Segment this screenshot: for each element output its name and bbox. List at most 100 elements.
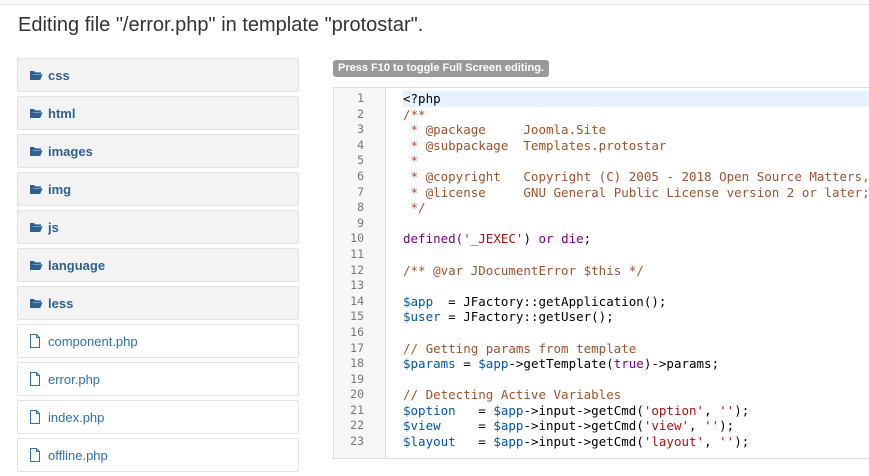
code-line[interactable]: 6 * @copyright Copyright (C) 2005 - 2018… [334, 169, 869, 185]
code-token: $params [403, 356, 456, 372]
code-line[interactable]: 3 * @package Joomla.Site [334, 122, 869, 138]
code-editor[interactable]: 1 <?php 2/** 3 * @package Joomla.Site 4 * @s… [333, 87, 869, 459]
code-line[interactable]: 1 <?php [334, 91, 869, 107]
fullscreen-hint-badge: Press F10 to toggle Full Screen editing. [333, 60, 549, 77]
code-line[interactable]: 5 * [334, 153, 869, 169]
code-line[interactable]: 18 $params = $app->getTemplate(true)->par… [334, 356, 869, 372]
code-token: ->input->getCmd( [523, 434, 644, 450]
code-line[interactable]: 8 */ [334, 200, 869, 216]
code-token: 'layout' [643, 434, 705, 450]
code-token: 'view' [643, 418, 690, 434]
code-token: ); [734, 434, 750, 450]
code-token: $user [403, 309, 441, 325]
code-line[interactable]: 9 [334, 216, 869, 232]
folder-js[interactable]: js [17, 210, 299, 244]
code-token: '' [704, 418, 720, 434]
line-number: 13 [350, 278, 364, 293]
code-line[interactable]: 4 * @subpackage Templates.protostar [334, 138, 869, 154]
code-text: $view = $app->input->getCmd('view', ''); [403, 418, 869, 434]
folder-label: css [48, 67, 70, 83]
code-line[interactable]: 2 /** [334, 107, 869, 123]
code-text: <?php [403, 91, 869, 107]
code-text: // Getting params from template [403, 341, 869, 357]
line-number: 1 [357, 91, 364, 105]
file-icon [29, 372, 43, 386]
code-line[interactable]: 14 $app = JFactory::getApplication(); [334, 294, 869, 310]
code-line[interactable]: 22 $view = $app->input->getCmd('view', ''… [334, 418, 869, 434]
file-label: error.php [48, 371, 101, 387]
line-number: 20 [350, 387, 364, 402]
folder-open-icon [29, 106, 43, 120]
file-icon [29, 334, 43, 348]
code-line[interactable]: 21 $option = $app->input->getCmd('option'… [334, 403, 869, 419]
line-number: 16 [350, 324, 364, 339]
code-token: true [613, 356, 644, 372]
folder-open-icon [29, 68, 43, 82]
folder-label: less [48, 295, 74, 311]
code-token: * @license GNU General Public License ve… [410, 184, 869, 200]
code-text: * @subpackage Templates.protostar [403, 138, 869, 154]
file-index-php[interactable]: index.php [17, 400, 299, 434]
folder-open-icon [29, 258, 43, 272]
code-token: ->input->getCmd( [523, 418, 644, 434]
file-offline-php[interactable]: offline.php [17, 438, 299, 472]
code-token: ); [734, 402, 750, 418]
folder-img[interactable]: img [17, 172, 299, 206]
code-token: /** [403, 106, 426, 122]
folder-language[interactable]: language [17, 248, 299, 282]
file-error-php[interactable]: error.php [17, 362, 299, 396]
code-token: ->getTemplate( [508, 356, 614, 372]
line-number: 21 [350, 402, 364, 417]
code-line[interactable]: 13 [334, 278, 869, 294]
code-token: or [538, 231, 554, 247]
folder-css[interactable]: css [17, 58, 299, 92]
code-line[interactable]: 11 [334, 247, 869, 263]
folder-less[interactable]: less [17, 286, 299, 320]
code-token: )->params; [643, 356, 720, 372]
line-number: 7 [357, 184, 364, 199]
code-text: /** @var JDocumentError $this */ [403, 263, 869, 279]
code-line[interactable]: 12 /** @var JDocumentError $this */ [334, 263, 869, 279]
folder-label: html [48, 105, 76, 121]
code-token: = JFactory::getUser(); [440, 309, 614, 325]
code-token: ; [583, 231, 592, 247]
file-component-php[interactable]: component.php [17, 324, 299, 358]
code-line[interactable]: 7 * @license GNU General Public License … [334, 185, 869, 201]
code-token: $view [403, 418, 441, 434]
code-token: $layout [403, 434, 456, 450]
line-number: 6 [357, 168, 364, 183]
code-lines: 1 <?php 2/** 3 * @package Joomla.Site 4 * @s… [334, 91, 869, 450]
code-token: * @subpackage Templates.protostar [403, 137, 667, 153]
top-border [0, 0, 869, 5]
code-token: , [689, 418, 705, 434]
folder-images[interactable]: images [17, 134, 299, 168]
line-number: 11 [350, 246, 364, 261]
code-token: ); [719, 418, 735, 434]
code-line[interactable]: 23 $layout = $app->input->getCmd('layout'… [334, 434, 869, 450]
code-token: = [440, 418, 494, 434]
code-text: $app = JFactory::getApplication(); [403, 294, 869, 310]
line-number: 17 [350, 340, 364, 355]
code-token: $app [493, 418, 524, 434]
code-token: $app [478, 356, 509, 372]
folder-open-icon [29, 182, 43, 196]
folder-html[interactable]: html [17, 96, 299, 130]
code-line[interactable]: 17 // Getting params from template [334, 341, 869, 357]
code-token: // Detecting Active Variables [403, 387, 622, 403]
code-line[interactable]: 19 [334, 372, 869, 388]
line-number: 14 [350, 293, 364, 308]
code-text: */ [403, 200, 869, 216]
code-line[interactable]: 10 defined('_JEXEC') or die; [334, 231, 869, 247]
folder-open-icon [29, 296, 43, 310]
folder-label: images [48, 143, 93, 159]
code-line[interactable]: 20 // Detecting Active Variables [334, 387, 869, 403]
folder-label: img [48, 181, 72, 197]
line-number: 22 [350, 418, 364, 433]
code-line[interactable]: 15 $user = JFactory::getUser(); [334, 309, 869, 325]
code-token: '' [719, 434, 735, 450]
code-token: /** @var JDocumentError $this */ [403, 262, 644, 278]
code-text: $params = $app->getTemplate(true)->param… [403, 356, 869, 372]
code-line[interactable]: 16 [334, 325, 869, 341]
code-text: * @package Joomla.Site [403, 122, 869, 138]
